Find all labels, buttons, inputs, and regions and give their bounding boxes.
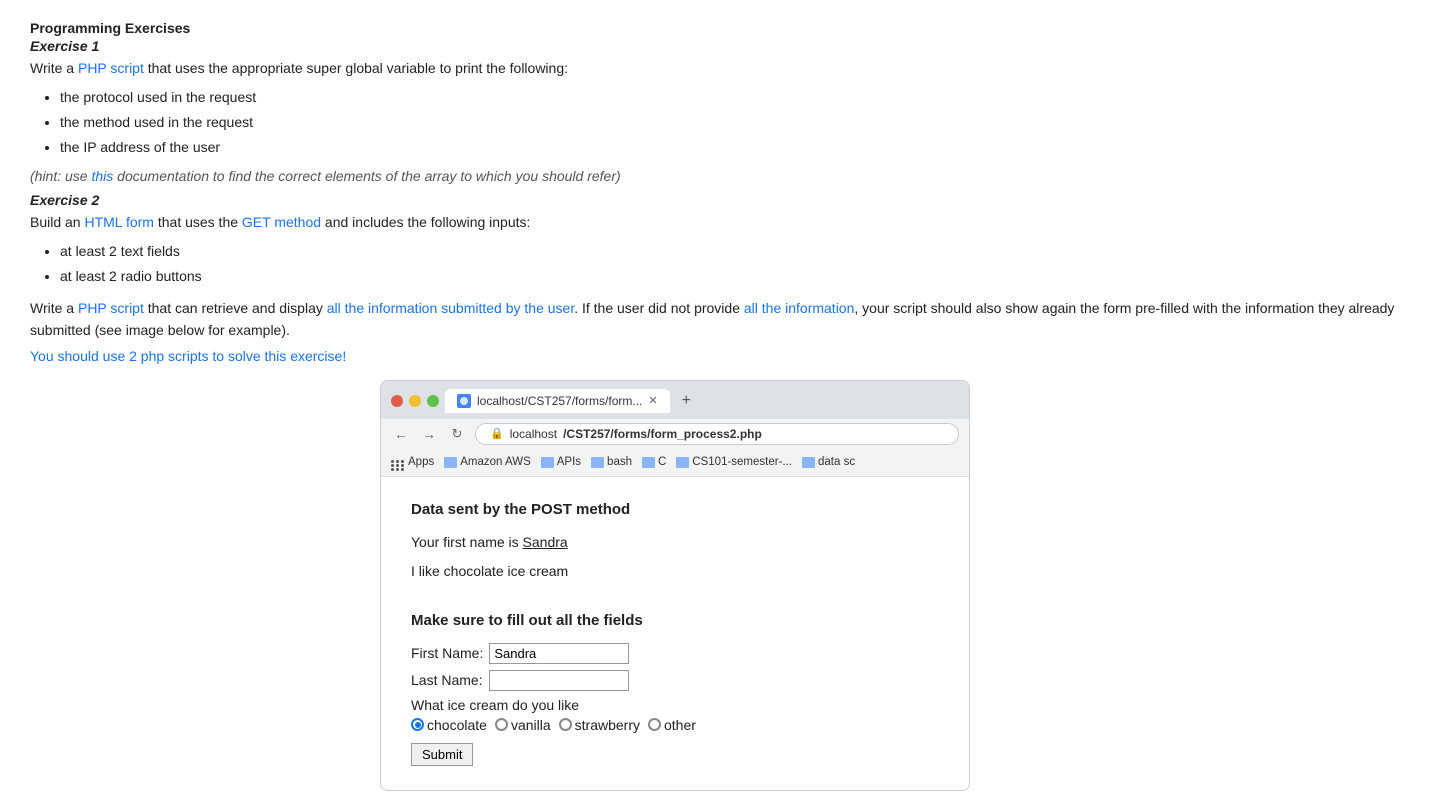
this-link[interactable]: this (91, 168, 113, 184)
exercise2-list: at least 2 text fields at least 2 radio … (60, 241, 1406, 287)
bookmark-cs101[interactable]: CS101-semester-... (676, 456, 792, 468)
refresh-button[interactable]: ↻ (447, 426, 467, 442)
bookmark-amazon-label: Amazon AWS (460, 456, 531, 468)
tab-bar: localhost/CST257/forms/form... ✕ + (445, 389, 697, 413)
radio-other-label: other (664, 717, 696, 733)
bookmark-apps[interactable]: Apps (391, 454, 434, 471)
radio-chocolate-label: chocolate (427, 717, 487, 733)
exercise1-list: the protocol used in the request the met… (60, 87, 1406, 158)
forward-button[interactable]: → (419, 426, 439, 442)
bookmark-cs101-label: CS101-semester-... (692, 456, 792, 468)
php-link1[interactable]: PHP script (78, 60, 144, 76)
bookmark-data-label: data sc (818, 456, 855, 468)
page-title: Programming Exercises (30, 20, 1406, 36)
tab-url: localhost/CST257/forms/form... (477, 394, 642, 408)
dot-yellow[interactable] (409, 395, 421, 407)
radio-chocolate[interactable]: chocolate (411, 717, 487, 733)
browser-titlebar: localhost/CST257/forms/form... ✕ + (381, 381, 969, 419)
list-item: at least 2 text fields (60, 241, 1406, 262)
radio-other[interactable]: other (648, 717, 696, 733)
hint-line: (hint: use this documentation to find th… (30, 168, 1406, 184)
browser-bookmarks: Apps Amazon AWS APIs bash C CS101-semest… (381, 451, 969, 477)
you-should: You should use 2 php scripts to solve th… (30, 348, 1406, 364)
radio-strawberry-circle (559, 718, 572, 731)
address-bar-bold: /CST257/forms/form_process2.php (563, 427, 762, 441)
browser-tab[interactable]: localhost/CST257/forms/form... ✕ (445, 389, 670, 413)
browser-mockup: localhost/CST257/forms/form... ✕ + ← → ↻… (380, 380, 970, 791)
bookmark-bash-label: bash (607, 456, 632, 468)
data-heading: Data sent by the POST method (411, 501, 939, 518)
radio-vanilla-circle (495, 718, 508, 731)
radio-chocolate-inner (415, 722, 421, 728)
folder-icon (541, 457, 554, 468)
folder-icon (444, 457, 457, 468)
list-item: at least 2 radio buttons (60, 266, 1406, 287)
folder-icon (676, 457, 689, 468)
exercise1-title: Exercise 1 (30, 38, 1406, 54)
last-name-input[interactable] (489, 670, 629, 691)
radio-strawberry-label: strawberry (575, 717, 640, 733)
bookmark-apps-label: Apps (408, 456, 434, 468)
exercise1-desc: Write a PHP script that uses the appropr… (30, 58, 1406, 79)
first-name-row: First Name: (411, 643, 939, 664)
address-bar-pre: localhost (510, 427, 557, 441)
first-name-line: Your first name is Sandra (411, 532, 939, 553)
exercise2-desc: Build an HTML form that uses the GET met… (30, 212, 1406, 233)
long-text: Write a PHP script that can retrieve and… (30, 297, 1406, 342)
radio-strawberry[interactable]: strawberry (559, 717, 640, 733)
bookmark-apis-label: APIs (557, 456, 581, 468)
browser-omnibox-row: ← → ↻ 🔒 localhost/CST257/forms/form_proc… (381, 419, 969, 451)
dot-green[interactable] (427, 395, 439, 407)
list-item: the method used in the request (60, 112, 1406, 133)
folder-icon (642, 457, 655, 468)
php-link2[interactable]: PHP script (78, 300, 144, 316)
submit-button[interactable]: Submit (411, 743, 473, 766)
first-name-value: Sandra (523, 534, 568, 550)
bookmark-amazon[interactable]: Amazon AWS (444, 456, 531, 468)
first-name-input[interactable] (489, 643, 629, 664)
last-name-label: Last Name: (411, 672, 483, 688)
radio-options-row: chocolate vanilla strawberry other (411, 717, 939, 733)
tab-close-icon[interactable]: ✕ (648, 394, 657, 407)
first-name-label: First Name: (411, 645, 483, 661)
address-bar[interactable]: 🔒 localhost/CST257/forms/form_process2.p… (475, 423, 959, 445)
dot-red[interactable] (391, 395, 403, 407)
folder-icon (591, 457, 604, 468)
radio-vanilla-label: vanilla (511, 717, 551, 733)
bookmark-apis[interactable]: APIs (541, 456, 581, 468)
warning-heading: Make sure to fill out all the fields (411, 612, 939, 629)
bookmark-bash[interactable]: bash (591, 456, 632, 468)
radio-vanilla[interactable]: vanilla (495, 717, 551, 733)
hint-pre: (hint: use (30, 168, 91, 184)
bookmark-data[interactable]: data sc (802, 456, 855, 468)
list-item: the protocol used in the request (60, 87, 1406, 108)
exercise2-title: Exercise 2 (30, 192, 1406, 208)
ice-cream-line: I like chocolate ice cream (411, 561, 939, 582)
last-name-row: Last Name: (411, 670, 939, 691)
browser-content: Data sent by the POST method Your first … (381, 477, 969, 790)
bookmark-c[interactable]: C (642, 456, 666, 468)
radio-chocolate-circle (411, 718, 424, 731)
back-button[interactable]: ← (391, 426, 411, 442)
list-item: the IP address of the user (60, 137, 1406, 158)
folder-icon (802, 457, 815, 468)
radio-other-circle (648, 718, 661, 731)
bookmark-c-label: C (658, 456, 666, 468)
html-link[interactable]: HTML form (84, 214, 153, 230)
tab-favicon (457, 394, 471, 408)
browser-controls: localhost/CST257/forms/form... ✕ + (391, 389, 959, 413)
apps-grid-icon (391, 454, 405, 471)
lock-icon: 🔒 (490, 427, 504, 440)
hint-post: documentation to find the correct elemen… (113, 168, 620, 184)
ice-cream-label: What ice cream do you like (411, 697, 939, 713)
new-tab-icon[interactable]: + (676, 392, 697, 410)
